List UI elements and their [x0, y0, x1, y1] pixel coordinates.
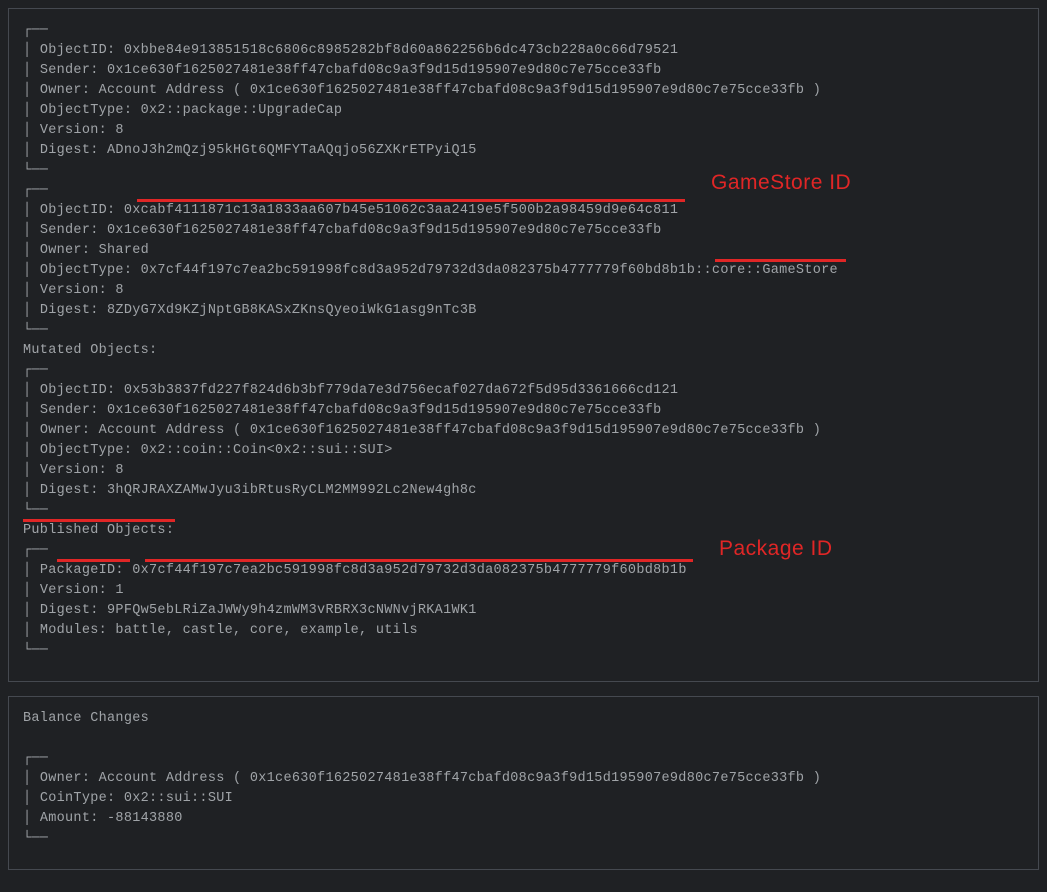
pkg-id-value: 0x7cf44f197c7ea2bc591998fc8d3a952d79732d…	[132, 563, 687, 578]
underline-gamestore-type	[715, 259, 846, 262]
obj3-digest: Digest: 3hQRJRAXZAMwJyu3ibRtusRyCLM2MM99…	[40, 483, 477, 498]
underline-gamestore-objectid	[137, 199, 685, 202]
obj2-id-label: ObjectID:	[40, 203, 124, 218]
balance-amount: Amount: -88143880	[40, 811, 183, 826]
obj2-id-value: 0xcabf4111871c13a1833aa607b45e51062c3aa2…	[124, 203, 679, 218]
underline-package-label	[57, 559, 130, 562]
obj3-id: ObjectID: 0x53b3837fd227f824d6b3bf779da7…	[40, 383, 679, 398]
annotation-gamestore-id: GameStore ID	[711, 173, 851, 193]
obj2-type-pre: ObjectType: 0x7cf44f197c7ea2bc591998fc8d…	[40, 263, 712, 278]
balance-changes-header: Balance Changes	[23, 711, 149, 726]
obj2-digest: Digest: 8ZDyG7Xd9KZjNptGB8KASxZKnsQyeoiW…	[40, 303, 477, 318]
obj1-id: ObjectID: 0xbbe84e913851518c6806c8985282…	[40, 43, 679, 58]
obj2-version: Version: 8	[40, 283, 124, 298]
obj1-version: Version: 8	[40, 123, 124, 138]
pkg-id-label: PackageID:	[40, 563, 132, 578]
obj1-owner: Owner: Account Address ( 0x1ce630f162502…	[40, 83, 821, 98]
obj1-digest: Digest: ADnoJ3h2mQzj95kHGt6QMFYTaAQqjo56…	[40, 143, 477, 158]
obj2-sender: Sender: 0x1ce630f1625027481e38ff47cbafd0…	[40, 223, 662, 238]
balance-changes-panel: Balance Changes ┌── │ Owner: Account Add…	[8, 696, 1039, 870]
mutated-objects-header: Mutated Objects:	[23, 343, 157, 358]
pkg-digest: Digest: 9PFQw5ebLRiZaJWWy9h4zmWM3vRBRX3c…	[40, 603, 477, 618]
obj3-owner: Owner: Account Address ( 0x1ce630f162502…	[40, 423, 821, 438]
obj3-type: ObjectType: 0x2::coin::Coin<0x2::sui::SU…	[40, 443, 393, 458]
obj1-type: ObjectType: 0x2::package::UpgradeCap	[40, 103, 342, 118]
published-objects-header: Published Objects:	[23, 523, 174, 538]
obj2-type-mod: core::GameStore	[712, 263, 838, 278]
balance-owner: Owner: Account Address ( 0x1ce630f162502…	[40, 771, 821, 786]
obj1-sender: Sender: 0x1ce630f1625027481e38ff47cbafd0…	[40, 63, 662, 78]
underline-package-id	[145, 559, 693, 562]
pkg-modules: Modules: battle, castle, core, example, …	[40, 623, 418, 638]
obj3-version: Version: 8	[40, 463, 124, 478]
object-changes-panel: ┌── │ ObjectID: 0xbbe84e913851518c6806c8…	[8, 8, 1039, 682]
balance-cointype: CoinType: 0x2::sui::SUI	[40, 791, 233, 806]
underline-published-header	[23, 519, 175, 522]
bracket-top: ┌──	[23, 23, 48, 38]
annotation-package-id: Package ID	[719, 539, 833, 559]
obj3-sender: Sender: 0x1ce630f1625027481e38ff47cbafd0…	[40, 403, 662, 418]
pkg-version: Version: 1	[40, 583, 124, 598]
bracket-bottom: └──	[23, 163, 48, 178]
obj2-owner: Owner: Shared	[40, 243, 149, 258]
